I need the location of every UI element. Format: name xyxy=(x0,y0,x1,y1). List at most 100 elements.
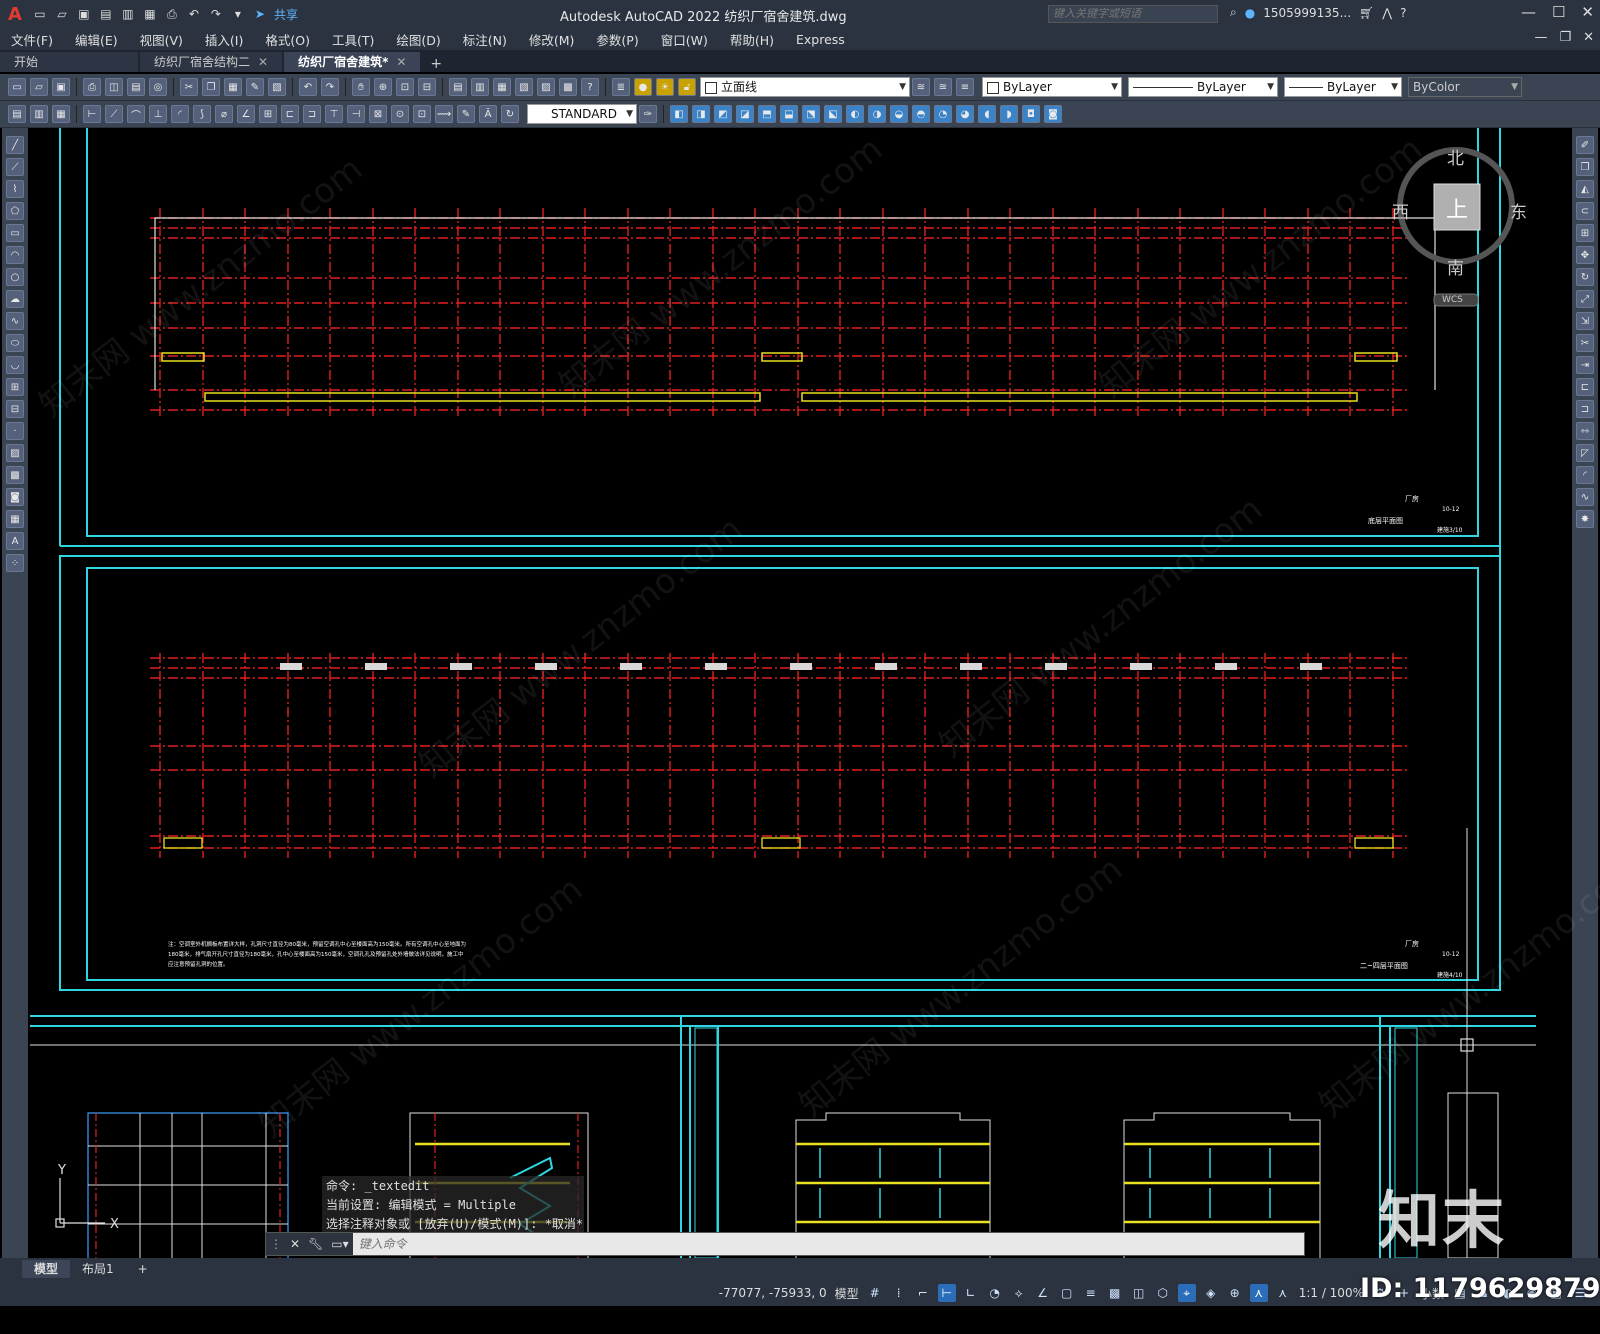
menu-tools[interactable]: 工具(T) xyxy=(332,30,374,49)
tab-model[interactable]: 模型 xyxy=(22,1260,71,1278)
tool-palettes-icon[interactable]: ▦ xyxy=(493,78,511,96)
hatch-icon[interactable]: ▨ xyxy=(6,444,24,462)
join-icon[interactable]: ⇿ xyxy=(1576,422,1594,440)
baseline-dim-icon[interactable]: ⊏ xyxy=(281,105,299,123)
grip-handle-icon[interactable]: ⋮ xyxy=(270,1237,282,1251)
tolerance-icon[interactable]: ⊠ xyxy=(369,105,387,123)
menu-help[interactable]: 帮助(H) xyxy=(730,30,774,49)
line-icon[interactable]: ╱ xyxy=(6,136,24,154)
imprint-icon[interactable]: ◕ xyxy=(956,105,974,123)
markup-icon[interactable]: ▨ xyxy=(537,78,555,96)
extend-icon[interactable]: ⇥ xyxy=(1576,356,1594,374)
undo-icon[interactable]: ↶ xyxy=(299,78,317,96)
plotstyle-dropdown[interactable]: ByColor ▼ xyxy=(1408,77,1522,97)
layer-lock-icon[interactable]: 🔓︎ xyxy=(678,78,696,96)
circle-icon[interactable]: ○ xyxy=(6,268,24,286)
stretch-icon[interactable]: ⇲ xyxy=(1576,312,1594,330)
coordinates-readout[interactable]: -77077, -75933, 0 xyxy=(719,1286,827,1300)
grid-icon[interactable]: # xyxy=(866,1284,884,1302)
table-icon[interactable]: ▦ xyxy=(6,510,24,528)
recent-commands-icon[interactable]: ▭▾ xyxy=(331,1237,348,1251)
angular-dim-icon[interactable]: ∠ xyxy=(237,105,255,123)
plot-icon[interactable]: ⎙ xyxy=(164,6,180,22)
viewcube[interactable]: 北 南 东 西 上 WCS xyxy=(1390,140,1530,310)
check-icon[interactable]: ◘ xyxy=(1022,105,1040,123)
spline-icon[interactable]: ∿ xyxy=(6,312,24,330)
point-icon[interactable]: · xyxy=(6,422,24,440)
menu-express[interactable]: Express xyxy=(796,32,845,47)
add-selected-icon[interactable]: ⁘ xyxy=(6,554,24,572)
match-prop-icon[interactable]: ✎ xyxy=(246,78,264,96)
paste-icon[interactable]: ▦ xyxy=(224,78,242,96)
cut-icon[interactable]: ✂ xyxy=(180,78,198,96)
doc-restore-button[interactable]: ❐ xyxy=(1559,30,1571,45)
customize-icon[interactable]: ▾ xyxy=(230,6,246,22)
rectangle-icon[interactable]: ▭ xyxy=(6,224,24,242)
menu-window[interactable]: 窗口(W) xyxy=(661,30,708,49)
zoom-realtime-icon[interactable]: ⊕ xyxy=(374,78,392,96)
solid-intersect-icon[interactable]: ◪ xyxy=(736,105,754,123)
tab-start[interactable]: 开始 xyxy=(0,52,138,72)
help-icon[interactable]: ? xyxy=(581,78,599,96)
dim-update-icon[interactable]: ↻ xyxy=(501,105,519,123)
open-file-icon[interactable]: ▱ xyxy=(54,6,70,22)
ortho-icon[interactable]: ∟ xyxy=(962,1284,980,1302)
close-icon[interactable]: ✕ xyxy=(258,52,268,72)
zoom-window-icon[interactable]: ⊡ xyxy=(396,78,414,96)
command-input[interactable] xyxy=(352,1233,1304,1255)
infer-constraints-icon[interactable]: ⌐ xyxy=(914,1284,932,1302)
construction-line-icon[interactable]: ⟋ xyxy=(6,158,24,176)
layer-on-icon[interactable]: ● xyxy=(634,78,652,96)
viewcube-top-face[interactable]: 上 xyxy=(1446,192,1468,224)
maximize-button[interactable]: ☐ xyxy=(1552,3,1565,21)
copy-object-icon[interactable]: ❐ xyxy=(1576,158,1594,176)
layer-change-icon[interactable]: ▥ xyxy=(30,105,48,123)
menu-draw[interactable]: 绘图(D) xyxy=(396,30,440,49)
selection-filter-icon[interactable]: ◈ xyxy=(1202,1284,1220,1302)
model-space-toggle[interactable]: 模型 xyxy=(835,1285,859,1302)
polar-icon[interactable]: ◔ xyxy=(986,1284,1004,1302)
layer-dropdown[interactable]: 立面线 ▼ xyxy=(700,77,910,97)
3d-osnap-icon[interactable]: ⬡ xyxy=(1154,1284,1172,1302)
sheet-set-icon[interactable]: ▧ xyxy=(515,78,533,96)
quickcalc-icon[interactable]: ▩ xyxy=(559,78,577,96)
preview-icon[interactable]: ◫ xyxy=(105,78,123,96)
offset-icon[interactable]: ⊂ xyxy=(1576,202,1594,220)
inspection-icon[interactable]: ⊡ xyxy=(413,105,431,123)
app-logo[interactable]: A xyxy=(8,4,22,25)
menu-file[interactable]: 文件(F) xyxy=(11,30,53,49)
extrude-icon[interactable]: ⬒ xyxy=(758,105,776,123)
ellipse-icon[interactable]: ⬭ xyxy=(6,334,24,352)
gradient-icon[interactable]: ▩ xyxy=(6,466,24,484)
menu-insert[interactable]: 插入(I) xyxy=(205,30,243,49)
shell-icon[interactable]: ◖ xyxy=(978,105,996,123)
user-name[interactable]: 1505999135... xyxy=(1263,6,1351,20)
menu-format[interactable]: 格式(O) xyxy=(265,30,310,49)
copy-icon[interactable]: ❐ xyxy=(202,78,220,96)
lineweight-icon[interactable]: ≡ xyxy=(1082,1284,1100,1302)
break-icon[interactable]: ⊐ xyxy=(1576,400,1594,418)
jogged-linear-icon[interactable]: ⟿ xyxy=(435,105,453,123)
blend-curves-icon[interactable]: ∿ xyxy=(1576,488,1594,506)
dim-text-edit-icon[interactable]: Ā xyxy=(479,105,497,123)
dynamic-input-icon[interactable]: ⊢ xyxy=(937,1284,956,1302)
web-open-icon[interactable]: ▦ xyxy=(142,6,158,22)
jogged-dim-icon[interactable]: ⟆ xyxy=(193,105,211,123)
auto-scale-icon[interactable]: ⋏ xyxy=(1274,1284,1292,1302)
move-icon[interactable]: ✥ xyxy=(1576,246,1594,264)
section-icon[interactable]: ◒ xyxy=(890,105,908,123)
object-snap-tracking-icon[interactable]: ∠ xyxy=(1034,1284,1052,1302)
annotation-visibility-icon[interactable]: ⋏ xyxy=(1249,1284,1268,1302)
doc-minimize-button[interactable]: — xyxy=(1534,30,1547,45)
menu-modify[interactable]: 修改(M) xyxy=(529,30,575,49)
object-snap-icon[interactable]: ▢ xyxy=(1058,1284,1076,1302)
interfere-icon[interactable]: ◓ xyxy=(912,105,930,123)
publish-icon[interactable]: ▤ xyxy=(127,78,145,96)
user-icon[interactable]: ● xyxy=(1245,6,1255,20)
close-icon[interactable]: ✕ xyxy=(396,52,406,72)
color-dropdown[interactable]: ByLayer ▼ xyxy=(982,77,1122,97)
gizmo-icon[interactable]: ⊕ xyxy=(1226,1284,1244,1302)
snap-icon[interactable]: ⁞ xyxy=(890,1284,908,1302)
pan-icon[interactable]: ✋︎ xyxy=(352,78,370,96)
search-icon[interactable]: ⌕ xyxy=(1230,5,1237,20)
